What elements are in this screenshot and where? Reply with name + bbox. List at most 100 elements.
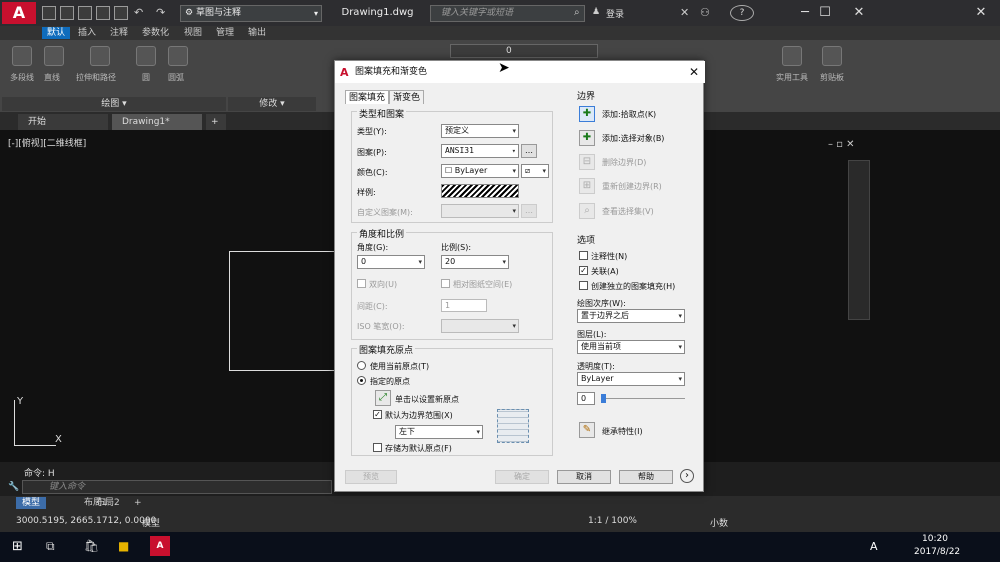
tab-insert[interactable]: 插入: [78, 27, 96, 39]
tab-default[interactable]: 默认: [42, 27, 71, 39]
save-as-icon[interactable]: [96, 6, 110, 20]
add-select-objects-label[interactable]: 添加:选择对象(B): [602, 133, 664, 144]
remove-boundary-icon[interactable]: ⊟: [579, 154, 595, 170]
clipboard-icon[interactable]: [822, 46, 842, 66]
login-link[interactable]: 登录: [606, 7, 624, 20]
utilities-icon[interactable]: [782, 46, 802, 66]
layer-select[interactable]: 使用当前项 ▾: [577, 340, 685, 354]
undo-icon[interactable]: ↶: [134, 6, 143, 19]
preview-button[interactable]: 预览: [345, 470, 397, 484]
color-select[interactable]: ☐ ByLayer ▾: [441, 164, 519, 178]
help-button[interactable]: ?: [730, 5, 754, 21]
maximize-button[interactable]: ☐: [806, 0, 844, 26]
ok-button[interactable]: 确定: [495, 470, 549, 484]
model-space-toggle[interactable]: 模型: [142, 516, 160, 529]
app-logo-button[interactable]: A: [2, 2, 36, 24]
binoculars-icon[interactable]: ⌕: [574, 7, 580, 18]
windows-start-icon[interactable]: ⊞: [12, 539, 23, 554]
arc-icon[interactable]: [168, 46, 188, 66]
autocad-taskbar-icon[interactable]: A: [150, 536, 170, 556]
view-selection-label[interactable]: 查看选择集(V): [602, 206, 654, 217]
clock-time[interactable]: 10:20: [922, 534, 948, 544]
remove-boundary-label[interactable]: 删除边界(D): [602, 157, 646, 168]
navigation-bar[interactable]: [848, 160, 870, 320]
add-pick-points-icon[interactable]: ✚: [579, 106, 595, 122]
draw-panel-title[interactable]: 绘图 ▾: [2, 97, 226, 111]
use-current-origin-radio[interactable]: [357, 361, 366, 370]
inherit-properties-label[interactable]: 继承特性(I): [602, 426, 643, 437]
tab-layout2[interactable]: 布局2: [96, 497, 120, 509]
tab-annotate[interactable]: 注释: [110, 27, 128, 39]
view-selection-icon[interactable]: ⌕: [579, 203, 595, 219]
extrude-icon[interactable]: [90, 46, 110, 66]
angle-select[interactable]: 0 ▾: [357, 255, 425, 269]
line-icon[interactable]: [44, 46, 64, 66]
annotative-checkbox[interactable]: [579, 251, 588, 260]
custom-browse-button[interactable]: …: [521, 204, 537, 218]
pattern-select[interactable]: ANSI31 ▾: [441, 144, 519, 158]
close-window-button[interactable]: ✕: [962, 0, 1000, 26]
recreate-boundary-label[interactable]: 重新创建边界(R): [602, 181, 662, 192]
viewport-window-controls[interactable]: – ▫ ✕: [828, 139, 855, 150]
default-extent-checkbox[interactable]: ✓: [373, 410, 382, 419]
new-file-icon[interactable]: [42, 6, 56, 20]
search-input[interactable]: 键入关键字或短语: [430, 5, 585, 22]
store-default-checkbox[interactable]: [373, 443, 382, 452]
pattern-browse-button[interactable]: …: [521, 144, 537, 158]
annotation-scale[interactable]: 1:1 / 100%: [588, 516, 637, 526]
a360-icon[interactable]: ⚇: [700, 6, 710, 19]
type-select[interactable]: 预定义 ▾: [441, 124, 519, 138]
polyline-icon[interactable]: [12, 46, 32, 66]
ime-indicator[interactable]: A: [870, 540, 878, 553]
tab-parametric[interactable]: 参数化: [142, 27, 169, 39]
store-icon[interactable]: 🛍: [84, 539, 99, 553]
close-button[interactable]: ✕: [840, 0, 878, 26]
tab-drawing1[interactable]: Drawing1*: [112, 114, 202, 130]
command-input[interactable]: 键入命令: [22, 480, 332, 494]
layer-combo[interactable]: 0: [450, 44, 598, 58]
more-options-button[interactable]: ›: [680, 469, 694, 483]
add-pick-points-label[interactable]: 添加:拾取点(K): [602, 109, 656, 120]
spacing-input[interactable]: 1: [441, 299, 487, 312]
tab-gradient[interactable]: 渐变色: [389, 90, 425, 104]
cancel-button[interactable]: 取消: [557, 470, 611, 484]
dialog-close-button[interactable]: ✕: [685, 61, 703, 83]
help-button[interactable]: 帮助: [619, 470, 673, 484]
extent-position-select[interactable]: 左下 ▾: [395, 425, 483, 439]
folder-icon[interactable]: ■: [118, 539, 129, 553]
double-checkbox[interactable]: [357, 279, 366, 288]
transparency-slider-track[interactable]: [603, 398, 685, 399]
save-icon[interactable]: [78, 6, 92, 20]
draw-order-select[interactable]: 置于边界之后 ▾: [577, 309, 685, 323]
workspace-select[interactable]: ⚙ 草图与注释 ▾: [180, 5, 322, 22]
recreate-boundary-icon[interactable]: ⊞: [579, 178, 595, 194]
transparency-number-input[interactable]: 0: [577, 392, 595, 405]
custom-pattern-select[interactable]: ▾: [441, 204, 519, 218]
scale-select[interactable]: 20 ▾: [441, 255, 509, 269]
relative-paper-checkbox[interactable]: [441, 279, 450, 288]
print-icon[interactable]: [114, 6, 128, 20]
wrench-icon[interactable]: 🔧: [8, 482, 19, 492]
task-view-icon[interactable]: ⧉: [46, 539, 55, 554]
circle-icon[interactable]: [136, 46, 156, 66]
tab-view[interactable]: 视图: [184, 27, 202, 39]
tab-model[interactable]: 模型: [16, 497, 47, 509]
inherit-properties-icon[interactable]: ✎: [579, 422, 595, 438]
exchange-icon[interactable]: ✕: [680, 6, 689, 19]
transparency-select[interactable]: ByLayer ▾: [577, 372, 685, 386]
transparency-slider-thumb[interactable]: [601, 394, 606, 403]
pattern-sample-swatch[interactable]: [441, 184, 519, 198]
background-color-select[interactable]: ⧄ ▾: [521, 164, 549, 178]
modify-panel-title[interactable]: 修改 ▾: [228, 97, 316, 111]
new-tab-button[interactable]: +: [206, 114, 226, 130]
tab-manage[interactable]: 管理: [216, 27, 234, 39]
viewport-controls[interactable]: [-][俯视][二维线框]: [8, 136, 86, 149]
tab-start[interactable]: 开始: [18, 114, 108, 130]
add-select-objects-icon[interactable]: ✚: [579, 130, 595, 146]
redo-icon[interactable]: ↷: [156, 6, 165, 19]
specified-origin-radio[interactable]: [357, 376, 366, 385]
tab-hatch[interactable]: 图案填充: [345, 90, 390, 104]
separate-hatches-checkbox[interactable]: [579, 281, 588, 290]
add-layout-button[interactable]: +: [134, 497, 142, 509]
units-select[interactable]: 小数: [710, 516, 728, 529]
